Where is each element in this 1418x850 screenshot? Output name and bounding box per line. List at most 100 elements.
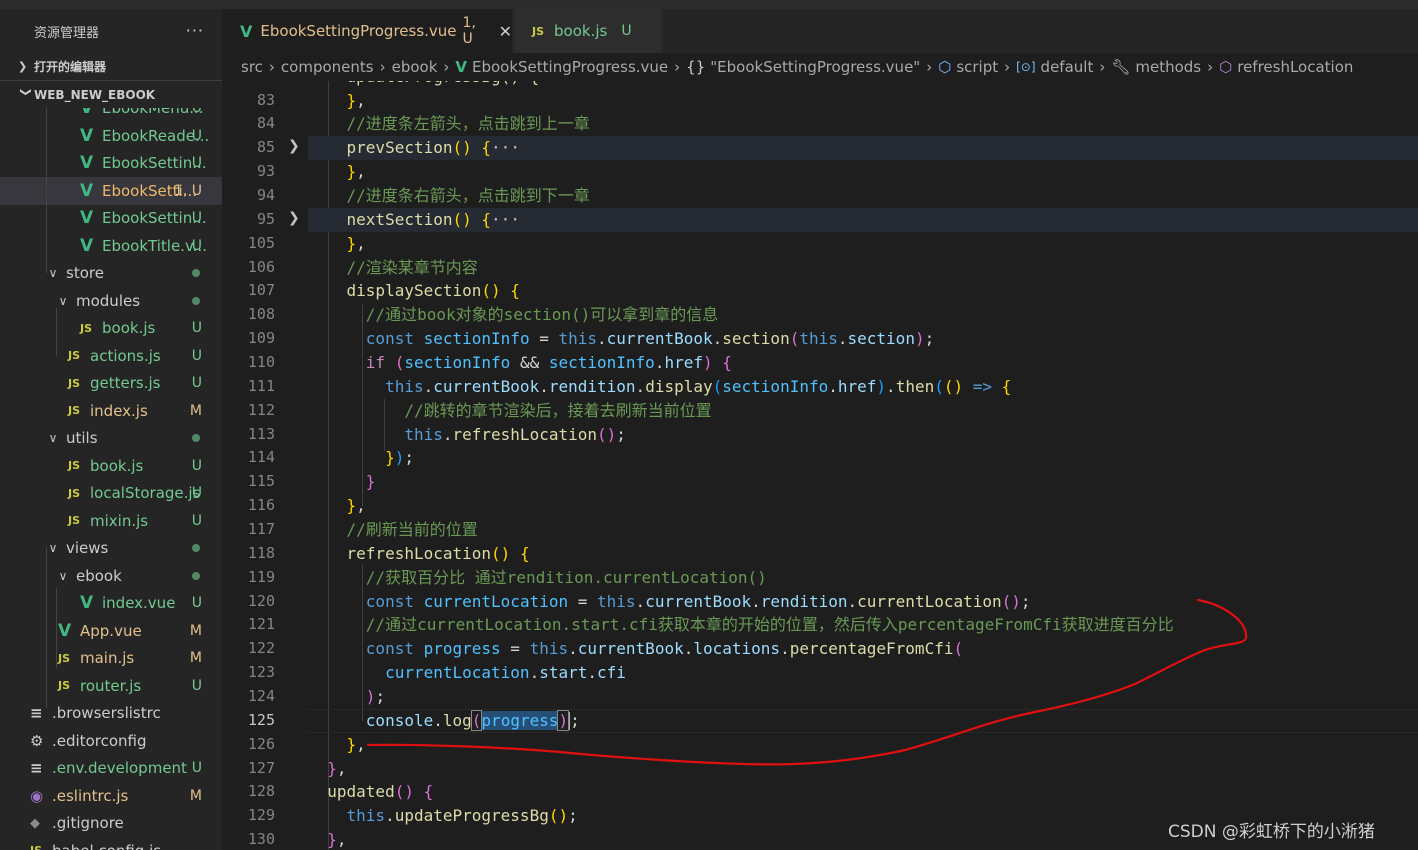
- open-editors-section[interactable]: ❯ 打开的编辑器: [0, 53, 222, 81]
- tree-file--editorconfig[interactable]: ⚙ .editorconfig: [0, 727, 222, 755]
- tree-item-label: mixin.js: [90, 511, 149, 530]
- code-editor[interactable]: updateProgressBg() {83 },84 //进度条左箭头，点击跳…: [222, 81, 1418, 850]
- tree-file-ebooksettin-[interactable]: V EbookSettin... U: [0, 205, 222, 233]
- code-line[interactable]: //进度条左箭头，点击跳到上一章: [308, 112, 590, 136]
- breadcrumb-file[interactable]: EbookSettingProgress.vue: [472, 58, 668, 76]
- tree-file-book-js[interactable]: JS book.js U: [0, 452, 222, 480]
- tab-book-js[interactable]: JS book.js U: [514, 9, 662, 53]
- code-line[interactable]: },: [308, 828, 346, 850]
- tree-file-mixin-js[interactable]: JS mixin.js U: [0, 507, 222, 535]
- code-line[interactable]: currentLocation.start.cfi: [308, 661, 626, 685]
- tree-folder-store[interactable]: ∨ store: [0, 260, 222, 288]
- breadcrumb-ebook[interactable]: ebook: [392, 58, 438, 76]
- fold-chevron-icon[interactable]: ❯: [288, 138, 300, 154]
- tree-file-book-js[interactable]: JS book.js U: [0, 315, 222, 343]
- line-number: 130: [247, 830, 275, 849]
- tree-file-router-js[interactable]: JS router.js U: [0, 672, 222, 700]
- breadcrumb: src › components › ebook › V EbookSettin…: [222, 53, 1418, 81]
- tab-badge: U: [621, 23, 632, 39]
- breadcrumb-src[interactable]: src: [241, 58, 263, 76]
- breadcrumb-components[interactable]: components: [281, 58, 374, 76]
- breadcrumb-script[interactable]: script: [956, 58, 998, 76]
- more-actions-icon[interactable]: ···: [186, 21, 204, 40]
- fold-chevron-icon[interactable]: ❯: [288, 210, 300, 226]
- code-line[interactable]: });: [308, 446, 414, 470]
- code-line[interactable]: );: [308, 685, 385, 709]
- tree-file-getters-js[interactable]: JS getters.js U: [0, 370, 222, 398]
- tree-file-localstorage-js[interactable]: JS localStorage.js U: [0, 480, 222, 508]
- tree-folder-ebook[interactable]: ∨ ebook: [0, 562, 222, 590]
- code-token: =>: [972, 376, 993, 396]
- code-line[interactable]: //跳转的章节渲染后，接着去刷新当前位置: [308, 399, 711, 423]
- code-line[interactable]: //获取百分比 通过rendition.currentLocation(): [308, 566, 767, 590]
- tree-file-babel-config-js[interactable]: JSbabel.config.js: [0, 837, 222, 850]
- line-number: 123: [247, 663, 275, 682]
- breadcrumb-default[interactable]: default: [1041, 58, 1094, 76]
- code-token: }: [327, 830, 337, 850]
- line-number: 127: [247, 758, 275, 777]
- breadcrumb-module[interactable]: "EbookSettingProgress.vue": [710, 58, 920, 76]
- tree-file-index-vue[interactable]: Vindex.vue U: [0, 590, 222, 618]
- breadcrumb-refresh-location[interactable]: refreshLocation: [1237, 58, 1353, 76]
- tree-file-index-js[interactable]: JS index.js M: [0, 397, 222, 425]
- code-token: //进度条右箭头，点击跳到下一章: [308, 185, 590, 205]
- tree-folder-views[interactable]: ∨ views: [0, 535, 222, 563]
- tree-file--eslintrc-js[interactable]: ◉ .eslintrc.js M: [0, 782, 222, 810]
- code-line[interactable]: displaySection() {: [308, 279, 520, 303]
- code-line[interactable]: console.log(progress);: [308, 709, 580, 733]
- tree-file--gitignore[interactable]: ◆ .gitignore: [0, 810, 222, 838]
- code-line[interactable]: refreshLocation() {: [308, 542, 530, 566]
- tree-item-label: babel.config.js: [52, 842, 161, 850]
- tree-file-ebooktitle-v-[interactable]: V EbookTitle.v... U: [0, 232, 222, 260]
- code-line[interactable]: },: [308, 89, 366, 113]
- tree-item-label: .gitignore: [52, 814, 124, 833]
- code-line[interactable]: //通过currentLocation.start.cfi获取本章的开始的位置，…: [308, 613, 1174, 637]
- code-line[interactable]: //进度条右箭头，点击跳到下一章: [308, 184, 590, 208]
- line-number: 126: [247, 734, 275, 753]
- code-line[interactable]: prevSection() {···: [308, 136, 520, 160]
- code-line[interactable]: //刷新当前的位置: [308, 518, 478, 542]
- code-line[interactable]: },: [308, 494, 366, 518]
- code-line[interactable]: this.updateProgressBg();: [308, 804, 578, 828]
- code-token: ;: [404, 448, 414, 468]
- tree-file-ebooksettin-[interactable]: V EbookSettin... U: [0, 150, 222, 178]
- tab-ebook-setting-progress[interactable]: V EbookSettingProgress.vue 1, U ✕: [222, 9, 512, 53]
- tree-file-ebookmenu-[interactable]: V EbookMenu... U: [0, 108, 222, 122]
- code-line[interactable]: },: [308, 757, 346, 781]
- tree-file--env-development[interactable]: ≡ .env.development U: [0, 755, 222, 783]
- code-line[interactable]: const currentLocation = this.currentBook…: [308, 590, 1031, 614]
- line-number: 83: [256, 90, 275, 109]
- code-line[interactable]: const sectionInfo = this.currentBook.sec…: [308, 327, 934, 351]
- code-line[interactable]: },: [308, 232, 366, 256]
- code-token: ,: [356, 162, 366, 182]
- tree-file--browserslistrc[interactable]: ≡ .browserslistrc: [0, 700, 222, 728]
- code-line[interactable]: if (sectionInfo && sectionInfo.href) {: [308, 351, 732, 375]
- chevron-down-icon: ∨: [58, 568, 68, 583]
- code-line[interactable]: this.currentBook.rendition.display(secti…: [308, 375, 1011, 399]
- code-line[interactable]: }: [308, 470, 376, 494]
- code-line[interactable]: nextSection() {···: [308, 208, 520, 232]
- tree-file-actions-js[interactable]: JS actions.js U: [0, 342, 222, 370]
- workspace-section[interactable]: ❯ WEB_NEW_EBOOK: [0, 81, 222, 109]
- tree-file-ebooksetti-[interactable]: V EbookSetti... 1, U: [0, 177, 222, 205]
- tree-file-main-js[interactable]: JS main.js M: [0, 645, 222, 673]
- code-line[interactable]: this.refreshLocation();: [308, 423, 626, 447]
- code-line[interactable]: updated() {: [308, 780, 433, 804]
- tree-folder-modules[interactable]: ∨ modules: [0, 287, 222, 315]
- line-number: 85: [256, 138, 275, 157]
- breadcrumb-methods[interactable]: methods: [1135, 58, 1201, 76]
- code-line[interactable]: },: [308, 160, 366, 184]
- code-line[interactable]: //渲染某章节内容: [308, 256, 478, 280]
- tree-folder-utils[interactable]: ∨ utils: [0, 425, 222, 453]
- code-line[interactable]: //通过book对象的section()可以拿到章的信息: [308, 303, 719, 327]
- close-icon[interactable]: ✕: [499, 22, 512, 41]
- code-line[interactable]: },: [308, 733, 366, 757]
- tree-file-app-vue[interactable]: V App.vue M: [0, 617, 222, 645]
- tree-file-ebookreade-[interactable]: V EbookReade... U: [0, 122, 222, 150]
- code-line[interactable]: const progress = this.currentBook.locati…: [308, 637, 963, 661]
